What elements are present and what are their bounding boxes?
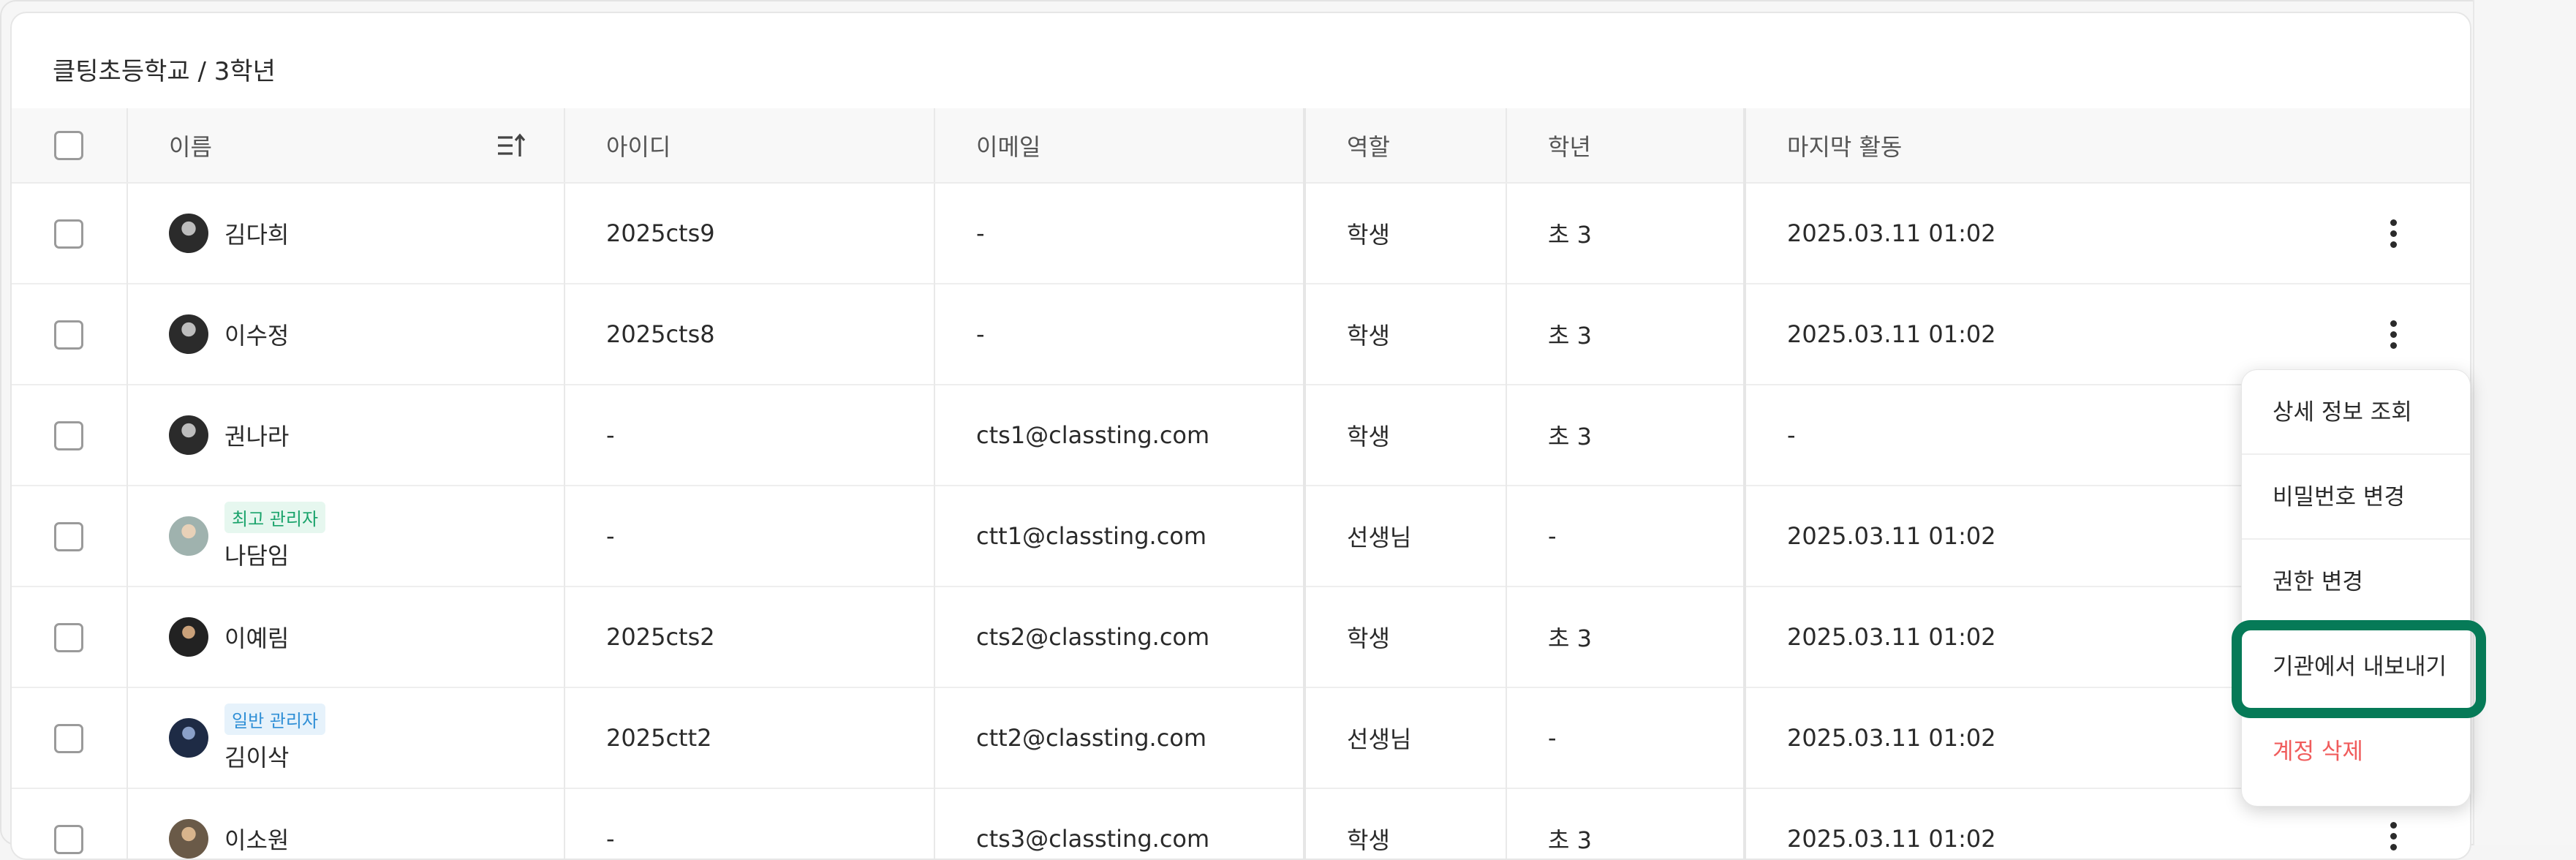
column-header-id: 아이디	[564, 108, 935, 184]
name-cell: 이수정	[127, 284, 565, 385]
email-cell: ctt1@classting.com	[934, 486, 1306, 586]
menu-item-delete-account[interactable]: 계정 삭제	[2242, 709, 2470, 794]
row-select-cell	[12, 788, 128, 859]
name-cell: 김다희	[127, 183, 565, 284]
row-context-menu: 상세 정보 조회 비밀번호 변경 권한 변경 기관에서 내보내기 계정 삭제	[2241, 369, 2471, 807]
role-cell: 학생	[1304, 183, 1507, 284]
admin-badge: 일반 관리자	[224, 703, 326, 735]
grade-cell: 초 3	[1506, 183, 1746, 284]
id-cell: -	[564, 788, 935, 859]
row-select-cell	[12, 183, 128, 284]
avatar	[169, 314, 208, 354]
column-header-name[interactable]: 이름	[127, 108, 565, 184]
id-cell: 2025cts9	[564, 183, 935, 284]
user-name: 김이삭	[224, 743, 290, 772]
row-select-cell	[12, 586, 128, 687]
name-cell: 권나라	[127, 385, 565, 486]
role-cell: 학생	[1304, 284, 1507, 385]
column-header-role: 역할	[1304, 108, 1507, 184]
table-row[interactable]: 이예림 2025cts2 cts2@classting.com 학생 초 3 2…	[12, 586, 2470, 687]
name-cell: 최고 관리자 나담임	[127, 486, 565, 586]
row-checkbox[interactable]	[54, 420, 83, 450]
id-cell: 2025cts8	[564, 284, 935, 385]
row-more-icon[interactable]	[2390, 320, 2398, 350]
grade-cell: 초 3	[1506, 284, 1746, 385]
role-cell: 학생	[1304, 385, 1507, 486]
row-more-icon[interactable]	[2390, 822, 2398, 851]
sort-ascending-icon[interactable]	[496, 132, 526, 159]
column-header-name-label: 이름	[169, 132, 212, 161]
breadcrumb: 클팅초등학교 / 3학년	[53, 57, 276, 86]
avatar	[169, 214, 208, 253]
super-admin-badge: 최고 관리자	[224, 501, 326, 533]
name-cell: 일반 관리자 김이삭	[127, 687, 565, 788]
menu-item-change-permission[interactable]: 권한 변경	[2242, 540, 2470, 625]
table-row[interactable]: 김다희 2025cts9 - 학생 초 3 2025.03.11 01:02	[12, 183, 2470, 284]
select-all-cell	[12, 108, 128, 184]
avatar	[169, 516, 208, 556]
table-row[interactable]: 이수정 2025cts8 - 학생 초 3 2025.03.11 01:02	[12, 284, 2470, 385]
email-cell: -	[934, 284, 1306, 385]
column-header-email: 이메일	[934, 108, 1306, 184]
table-row[interactable]: 이소원 - cts3@classting.com 학생 초 3 2025.03.…	[12, 788, 2470, 859]
name-cell: 이소원	[127, 788, 565, 859]
id-cell: 2025cts2	[564, 586, 935, 687]
role-cell: 학생	[1304, 586, 1507, 687]
user-name: 나담임	[224, 541, 290, 570]
row-checkbox[interactable]	[54, 320, 83, 350]
grade-cell: -	[1506, 486, 1746, 586]
last-active-cell: 2025.03.11 01:02	[1787, 219, 1996, 247]
users-table: 이름 아이디 이메일 역할 학년 마지막 활동 김다희 2025cts9 - 학…	[12, 108, 2470, 859]
user-name: 이수정	[224, 322, 290, 350]
user-name: 권나라	[224, 423, 290, 450]
id-cell: 2025ctt2	[564, 687, 935, 788]
avatar	[169, 718, 208, 758]
avatar	[169, 415, 208, 455]
table-row[interactable]: 권나라 - cts1@classting.com 학생 초 3 -	[12, 385, 2470, 486]
row-checkbox[interactable]	[54, 622, 83, 652]
email-cell: cts1@classting.com	[934, 385, 1306, 486]
email-cell: cts2@classting.com	[934, 586, 1306, 687]
email-cell: ctt2@classting.com	[934, 687, 1306, 788]
row-select-cell	[12, 284, 128, 385]
name-cell: 이예림	[127, 586, 565, 687]
row-checkbox[interactable]	[54, 723, 83, 753]
table-row[interactable]: 일반 관리자 김이삭 2025ctt2 ctt2@classting.com 선…	[12, 687, 2470, 788]
menu-item-change-password[interactable]: 비밀번호 변경	[2242, 455, 2470, 540]
select-all-checkbox[interactable]	[54, 131, 83, 160]
user-name: 김다희	[224, 221, 290, 249]
row-select-cell	[12, 486, 128, 586]
id-cell: -	[564, 385, 935, 486]
row-checkbox[interactable]	[54, 219, 83, 249]
grade-cell: -	[1506, 687, 1746, 788]
users-panel: 클팅초등학교 / 3학년 이름 아이디 이메일 역할 학년 마지막 활동 김다희…	[10, 12, 2471, 860]
menu-item-highlight	[2232, 620, 2486, 718]
role-cell: 학생	[1304, 788, 1507, 859]
row-more-icon[interactable]	[2390, 219, 2398, 249]
user-name: 이소원	[224, 826, 290, 854]
avatar	[169, 617, 208, 657]
email-cell: cts3@classting.com	[934, 788, 1306, 859]
table-row[interactable]: 최고 관리자 나담임 - ctt1@classting.com 선생님 - 20…	[12, 486, 2470, 586]
id-cell: -	[564, 486, 935, 586]
menu-item-view-details[interactable]: 상세 정보 조회	[2242, 370, 2470, 455]
email-cell: -	[934, 183, 1306, 284]
row-select-cell	[12, 687, 128, 788]
user-name: 이예림	[224, 625, 290, 652]
table-header-row: 이름 아이디 이메일 역할 학년 마지막 활동	[12, 108, 2470, 184]
role-cell: 선생님	[1304, 486, 1507, 586]
grade-cell: 초 3	[1506, 385, 1746, 486]
grade-cell: 초 3	[1506, 586, 1746, 687]
row-select-cell	[12, 385, 128, 486]
column-header-grade: 학년	[1506, 108, 1746, 184]
row-checkbox[interactable]	[54, 521, 83, 551]
row-checkbox[interactable]	[54, 824, 83, 854]
column-header-last-active: 마지막 활동	[1745, 108, 2470, 184]
role-cell: 선생님	[1304, 687, 1507, 788]
avatar	[169, 819, 208, 859]
right-gutter	[2473, 0, 2576, 845]
grade-cell: 초 3	[1506, 788, 1746, 859]
